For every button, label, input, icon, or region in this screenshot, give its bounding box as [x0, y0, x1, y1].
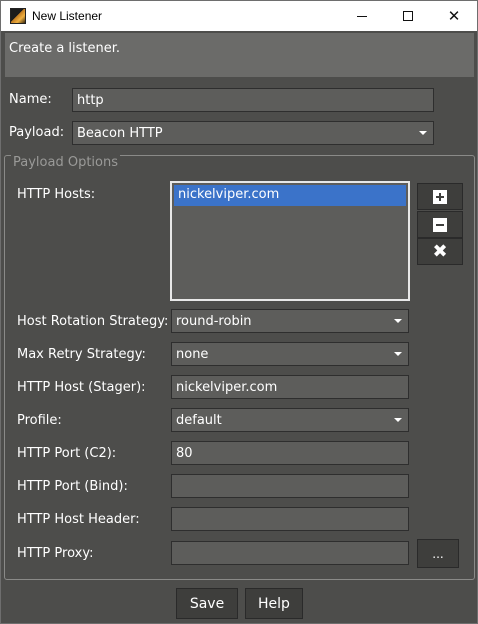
list-item[interactable]: nickelviper.com	[174, 185, 406, 206]
minimize-icon	[357, 15, 367, 17]
name-label: Name:	[9, 92, 52, 107]
payload-label: Payload:	[9, 125, 65, 140]
save-button[interactable]: Save	[176, 588, 238, 619]
profile-label: Profile:	[17, 413, 62, 428]
http-hosts-list[interactable]: nickelviper.com	[170, 181, 410, 301]
http-port-bind-input[interactable]	[171, 474, 409, 498]
help-button[interactable]: Help	[245, 588, 303, 619]
payload-select[interactable]: Beacon HTTP	[72, 121, 434, 145]
http-proxy-label: HTTP Proxy:	[17, 546, 94, 561]
add-host-button[interactable]	[417, 183, 463, 210]
payload-value: Beacon HTTP	[77, 126, 163, 141]
host-rotation-label: Host Rotation Strategy:	[17, 314, 169, 329]
http-host-header-label: HTTP Host Header:	[17, 512, 140, 527]
minimize-button[interactable]	[339, 1, 385, 31]
http-port-c2-label: HTTP Port (C2):	[17, 446, 117, 461]
http-proxy-browse-button[interactable]: ...	[417, 539, 459, 568]
http-host-stager-label: HTTP Host (Stager):	[17, 380, 146, 395]
x-icon: ✖	[432, 240, 448, 262]
close-icon: ✕	[447, 8, 461, 25]
app-icon	[10, 8, 26, 24]
maximize-icon	[403, 11, 413, 21]
http-host-header-input[interactable]	[171, 507, 409, 531]
profile-value: default	[176, 413, 222, 428]
http-port-c2-input[interactable]: 80	[171, 441, 409, 465]
description-banner: Create a listener.	[5, 33, 474, 77]
profile-select[interactable]: default	[171, 408, 409, 432]
chevron-down-icon	[419, 131, 427, 135]
banner-text: Create a listener.	[9, 41, 121, 56]
new-listener-window: New Listener ✕ Create a listener. Name: …	[0, 0, 478, 624]
chevron-down-icon	[394, 418, 402, 422]
max-retry-label: Max Retry Strategy:	[17, 347, 146, 362]
remove-host-button[interactable]	[417, 211, 463, 238]
minus-icon	[433, 217, 447, 232]
window-title: New Listener	[32, 9, 103, 23]
close-button[interactable]: ✕	[431, 1, 477, 31]
clear-hosts-button[interactable]: ✖	[417, 238, 463, 265]
http-host-stager-input[interactable]: nickelviper.com	[171, 375, 409, 399]
payload-options-title: Payload Options	[11, 155, 120, 170]
name-input[interactable]: http	[72, 88, 434, 112]
plus-icon	[433, 189, 447, 204]
max-retry-select[interactable]: none	[171, 342, 409, 366]
max-retry-value: none	[176, 347, 209, 362]
http-port-bind-label: HTTP Port (Bind):	[17, 479, 128, 494]
maximize-button[interactable]	[385, 1, 431, 31]
http-proxy-input[interactable]	[171, 541, 409, 565]
chevron-down-icon	[394, 352, 402, 356]
chevron-down-icon	[394, 319, 402, 323]
http-hosts-label: HTTP Hosts:	[17, 187, 96, 202]
host-rotation-value: round-robin	[176, 314, 252, 329]
title-bar: New Listener ✕	[1, 1, 477, 31]
host-rotation-select[interactable]: round-robin	[171, 309, 409, 333]
